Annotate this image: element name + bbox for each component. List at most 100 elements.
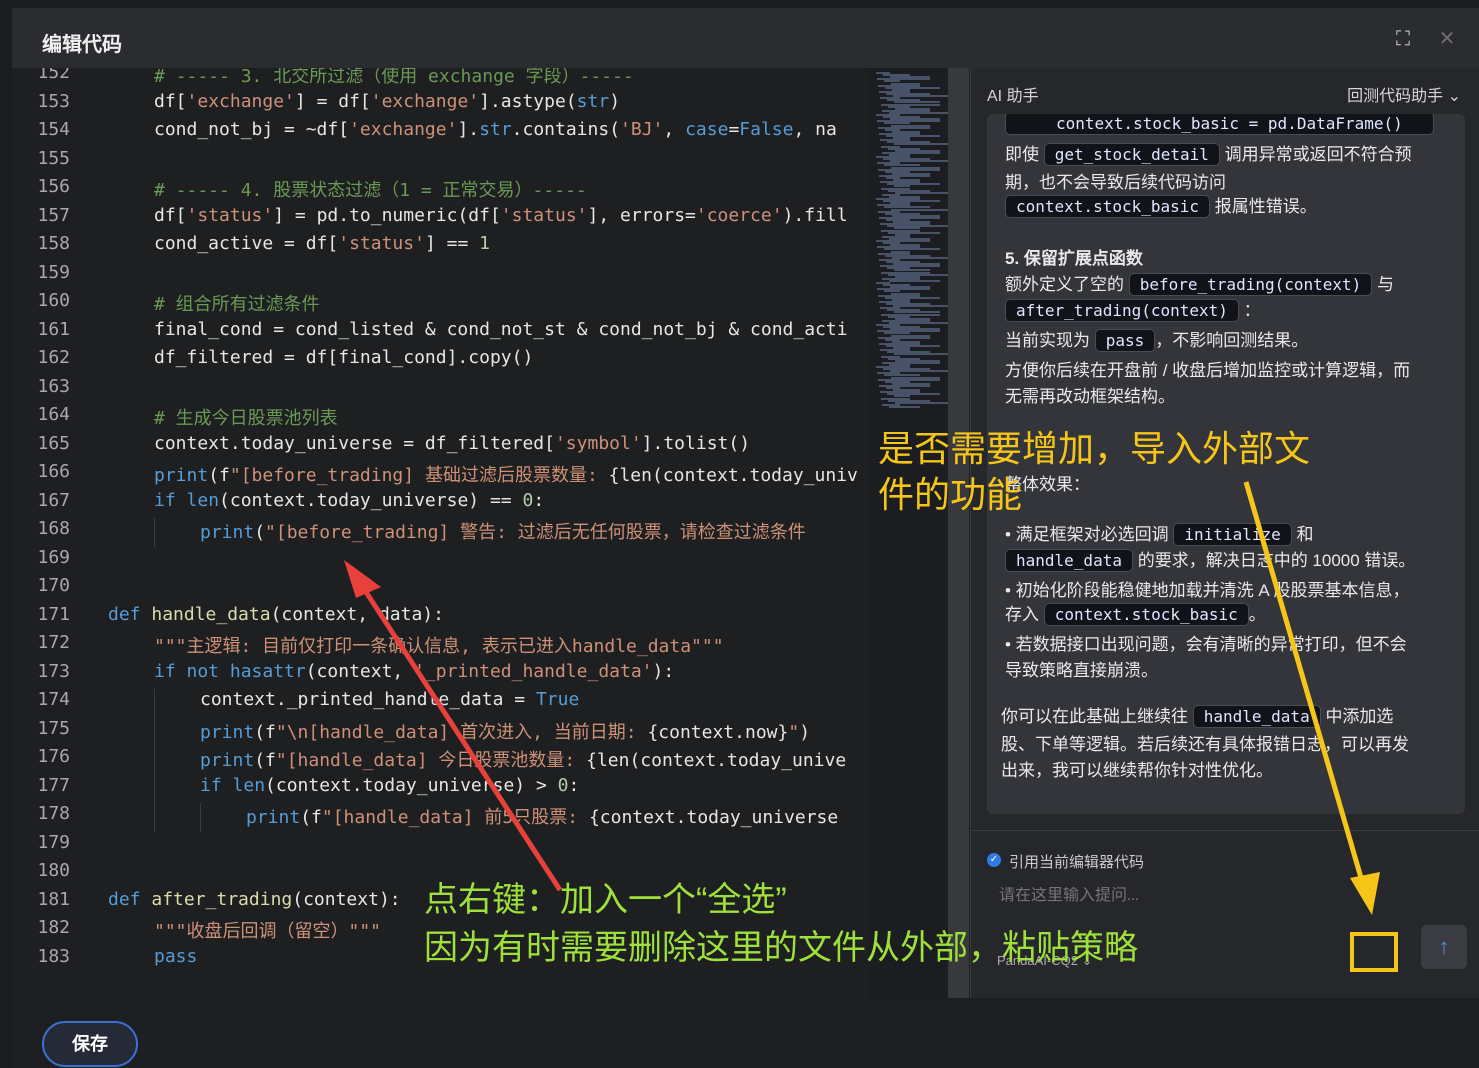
code-token: hasattr — [229, 660, 306, 682]
code-token: "[handle_data] 今日股票池数量: — [275, 750, 587, 771]
message-text: 的要求，解决日志中的 10000 错误。 — [1137, 551, 1416, 570]
code-token: after_trading — [151, 888, 293, 910]
code-line[interactable]: print(f"[before_trading] 基础过滤后股票数量: {len… — [154, 461, 858, 487]
code-token: str — [479, 119, 512, 140]
code-token: "[before_trading] 基础过滤后股票数量: — [229, 465, 609, 486]
editor-scrollbar[interactable] — [948, 68, 969, 998]
line-number-gutter: 152 153 154 155 156 157 158 159 160 161 162 163 164 1… — [12, 68, 82, 998]
code-line[interactable]: pass — [154, 946, 197, 967]
checkbox-checked-icon[interactable]: ✓ — [987, 853, 1001, 867]
code-token: (context, data): — [270, 603, 444, 625]
annotation-green-line1: 点右键：加入一个“全选” — [424, 881, 787, 919]
code-token: "[handle_data] 前5只股票: — [321, 807, 589, 828]
code-token: 'exchange' — [349, 119, 458, 140]
code-line[interactable]: print(f"[handle_data] 前5只股票: {context.to… — [246, 803, 838, 829]
code-line[interactable]: df['exchange'] = df['exchange'].astype(s… — [154, 91, 620, 112]
code-line[interactable]: df_filtered = df[final_cond].copy() — [154, 347, 533, 368]
code-token: if not — [154, 660, 230, 682]
code-line[interactable]: print(f"\n[handle_data] 首次进入, 当前日期: {con… — [200, 718, 810, 744]
code-token: 1 — [479, 233, 490, 254]
code-token: len — [232, 774, 266, 796]
line-number: 173 — [37, 660, 70, 682]
code-token: context.today_universe = df_filtered[ — [154, 432, 555, 454]
assistant-mode-label: 回测代码助手 — [1347, 88, 1444, 105]
line-number: 164 — [37, 404, 70, 425]
line-number: 167 — [37, 489, 70, 511]
code-token: (f — [254, 750, 276, 771]
code-line[interactable]: cond_active = df['status'] == 1 — [154, 233, 490, 254]
code-line[interactable]: """收盘后回调（留空）""" — [154, 917, 381, 943]
scrollbar-thumb[interactable] — [949, 68, 969, 998]
code-line[interactable]: def handle_data(context, data): — [108, 604, 444, 625]
line-number: 154 — [37, 119, 70, 140]
code-token: if — [200, 774, 233, 796]
code-line[interactable]: # 生成今日股票池列表 — [154, 404, 338, 430]
line-number: 170 — [37, 575, 70, 596]
code-editor[interactable]: 152 153 154 155 156 157 158 159 160 161 162 163 164 1… — [12, 68, 970, 998]
include-editor-code-label[interactable]: 引用当前编辑器代码 — [1009, 851, 1144, 872]
ai-assistant-panel: AI 助手 回测代码助手 ⌄ context.stock_basic = pd.… — [970, 68, 1479, 998]
message-text: 中添加选 — [1325, 707, 1394, 726]
code-token: (context, — [305, 660, 415, 682]
minimap-line — [895, 191, 950, 194]
save-button[interactable]: 保存 — [42, 1021, 138, 1067]
code-token: pass — [154, 945, 198, 967]
code-token: .contains( — [511, 119, 621, 140]
code-token: def — [108, 603, 152, 625]
code-line[interactable]: # ----- 3. 北交所过滤（使用 exchange 字段）----- — [154, 68, 634, 88]
message-text: 报属性错误。 — [1214, 197, 1317, 216]
code-line[interactable]: final_cond = cond_listed & cond_not_st &… — [154, 319, 848, 340]
code-token: context._printed_handle_data = — [200, 689, 536, 710]
code-token: 'symbol' — [554, 432, 642, 454]
message-text: 当前实现为 — [1005, 331, 1090, 350]
minimap-line — [895, 401, 950, 404]
code-token: 'status' — [186, 204, 274, 226]
fullscreen-icon[interactable]: ⛶ — [1390, 26, 1416, 52]
code-area[interactable]: # ----- 3. 北交所过滤（使用 exchange 字段）----- df[… — [108, 68, 868, 998]
code-line[interactable]: """主逻辑: 目前仅打印一条确认信息, 表示已进入handle_data""" — [154, 632, 724, 658]
code-token: (context.today_universe) == — [219, 489, 523, 511]
code-token: print — [200, 750, 255, 771]
annotation-green-line2: 因为有时需要删除这里的文件从外部，粘贴策略 — [424, 929, 1138, 967]
code-line[interactable]: print("[before_trading] 警告: 过滤后无任何股票，请检查… — [200, 518, 806, 544]
code-token: = — [728, 119, 740, 140]
line-number: 152 — [37, 68, 70, 83]
code-line[interactable]: cond_not_bj = ~df['exchange'].str.contai… — [154, 119, 837, 140]
close-icon[interactable]: ✕ — [1434, 26, 1460, 52]
code-line[interactable]: if len(context.today_universe) == 0: — [154, 490, 544, 511]
code-token: cond_not_bj = ~df[ — [154, 119, 350, 140]
code-token: "[before_trading] 警告: 过滤后无任何股票，请检查过滤条件 — [265, 522, 806, 543]
code-line[interactable]: def after_trading(context): — [108, 889, 401, 910]
code-token: " — [788, 721, 800, 743]
ai-input-area: ✓ 引用当前编辑器代码 PandaAI-CQ2 ⌄ ↑ — [971, 830, 1479, 998]
send-button[interactable]: ↑ — [1421, 925, 1467, 969]
code-line[interactable]: df['status'] = pd.to_numeric(df['status'… — [154, 205, 848, 226]
code-token: final_cond = cond_listed & cond_not_st &… — [154, 318, 848, 340]
code-token: '_printed_handle_data' — [414, 660, 653, 682]
ai-panel-title: AI 助手 — [987, 88, 1039, 105]
line-number: 161 — [37, 318, 70, 340]
code-token: print — [246, 807, 301, 828]
dialog-header: 编辑代码 ⛶ ✕ — [12, 8, 1479, 68]
code-line[interactable]: if len(context.today_universe) > 0: — [200, 775, 579, 796]
assistant-mode-select[interactable]: 回测代码助手 ⌄ — [1347, 82, 1461, 106]
code-line[interactable]: context._printed_handle_data = True — [200, 689, 579, 710]
code-line[interactable]: context.today_universe = df_filtered['sy… — [154, 433, 750, 454]
line-number: 172 — [37, 632, 70, 653]
code-token: 'BJ' — [620, 119, 664, 140]
line-number: 179 — [37, 831, 70, 853]
code-line[interactable]: # 组合所有过滤条件 — [154, 290, 320, 316]
indent-guide — [154, 803, 155, 832]
line-number: 169 — [37, 546, 70, 568]
code-line[interactable]: print(f"[handle_data] 今日股票池数量: {len(cont… — [200, 746, 846, 772]
code-chip: initialize — [1173, 523, 1292, 546]
minimap-line — [893, 305, 950, 308]
message-text: 方便你后续在开盘前 / 收盘后增加监控或计算逻辑，而 — [1005, 361, 1411, 380]
line-number: 157 — [37, 204, 70, 226]
question-input[interactable] — [999, 887, 1299, 905]
code-line[interactable]: if not hasattr(context, '_printed_handle… — [154, 661, 674, 682]
code-minimap[interactable] — [868, 68, 950, 998]
code-token: 'exchange' — [186, 90, 295, 112]
code-token: (context.today_universe) > — [265, 774, 558, 796]
code-line[interactable]: # ----- 4. 股票状态过滤（1 = 正常交易）----- — [154, 176, 587, 202]
